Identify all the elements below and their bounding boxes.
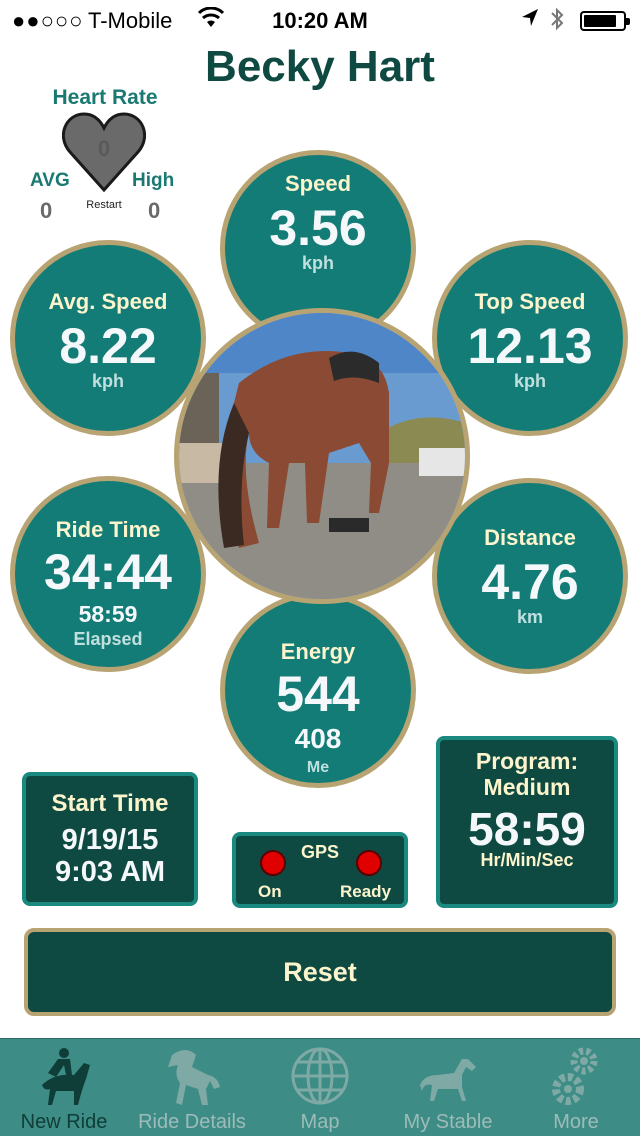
tab-ride-details[interactable]: Ride Details [128,1039,256,1136]
elapsed-label: Elapsed [73,629,143,649]
bluetooth-icon [549,6,565,38]
rider-icon [42,1048,90,1105]
energy-me-value: 408 [294,723,342,754]
battery-icon [580,11,630,31]
hr-high-label: High [132,170,175,191]
energy-circle: Energy 544 408 Me [220,592,416,788]
horse-icon [420,1059,476,1101]
gps-ready-label: Ready [340,882,392,901]
tab-more-label: More [553,1111,599,1133]
program-title: Program: [475,748,579,774]
program-box[interactable]: Program: Medium 58:59 Hr/Min/Sec [436,736,618,908]
speed-value: 3.56 [269,200,367,256]
top-speed-unit: kph [513,371,546,391]
distance-unit: km [516,607,543,627]
heart-rate-title: Heart Rate [52,86,158,109]
tab-map-label: Map [300,1111,340,1133]
program-timer: 58:59 [468,803,586,855]
gps-on-indicator [260,850,286,876]
status-bar: ●●○○○ T-Mobile 10:20 AM [0,0,640,40]
tab-ride-details-label: Ride Details [138,1111,246,1133]
gears-icon [552,1047,598,1105]
horse-photo[interactable] [174,308,470,604]
gps-ready-indicator [356,850,382,876]
avg-speed-unit: kph [91,371,124,391]
tab-my-stable-label: My Stable [403,1111,493,1133]
hr-high-value: 0 [148,198,161,223]
elapsed-value: 58:59 [78,601,138,627]
battery-level [584,15,616,27]
energy-value: 544 [276,666,360,722]
speed-unit: kph [301,253,334,273]
start-date: 9/19/15 [61,824,159,856]
tab-new-ride[interactable]: New Ride [0,1039,128,1136]
distance-label: Distance [484,525,576,550]
rearing-horse-icon [168,1050,220,1105]
start-time-value: 9:03 AM [54,856,166,888]
tab-my-stable[interactable]: My Stable [384,1039,512,1136]
rider-name: Becky Hart [205,42,435,91]
heart-rate-current: 0 [97,136,111,161]
hr-avg-label: AVG [30,170,70,191]
energy-me-label: Me [306,759,330,776]
gps-status-box: GPS On Ready [232,832,408,908]
location-arrow-icon [520,7,540,35]
tab-more[interactable]: More [512,1039,640,1136]
start-time-title: Start Time [51,790,169,817]
avg-speed-label: Avg. Speed [48,289,168,314]
avg-speed-value: 8.22 [59,318,157,374]
tab-new-ride-label: New Ride [20,1111,108,1133]
distance-circle: Distance 4.76 km [432,478,628,674]
program-timer-unit: Hr/Min/Sec [480,850,574,870]
globe-icon [291,1047,349,1105]
top-speed-value: 12.13 [467,318,593,374]
ride-time-value: 34:44 [44,544,172,600]
tab-bar: New Ride Ride Details Map My Stable More [0,1038,640,1136]
hr-restart-button[interactable]: Restart [76,199,132,211]
start-time-box: Start Time 9/19/15 9:03 AM [22,772,198,906]
gps-on-label: On [258,882,282,901]
clock: 10:20 AM [272,8,368,33]
ride-time-label: Ride Time [55,517,161,542]
ride-time-circle: Ride Time 34:44 58:59 Elapsed [10,476,206,672]
reset-button[interactable]: Reset [24,928,616,1016]
top-speed-label: Top Speed [474,289,586,314]
avg-speed-circle: Avg. Speed 8.22 kph [10,240,206,436]
tab-map[interactable]: Map [256,1039,384,1136]
speed-label: Speed [284,171,352,196]
distance-value: 4.76 [481,554,579,610]
energy-label: Energy [280,639,356,664]
hr-avg-value: 0 [40,198,53,223]
program-level: Medium [483,774,571,800]
